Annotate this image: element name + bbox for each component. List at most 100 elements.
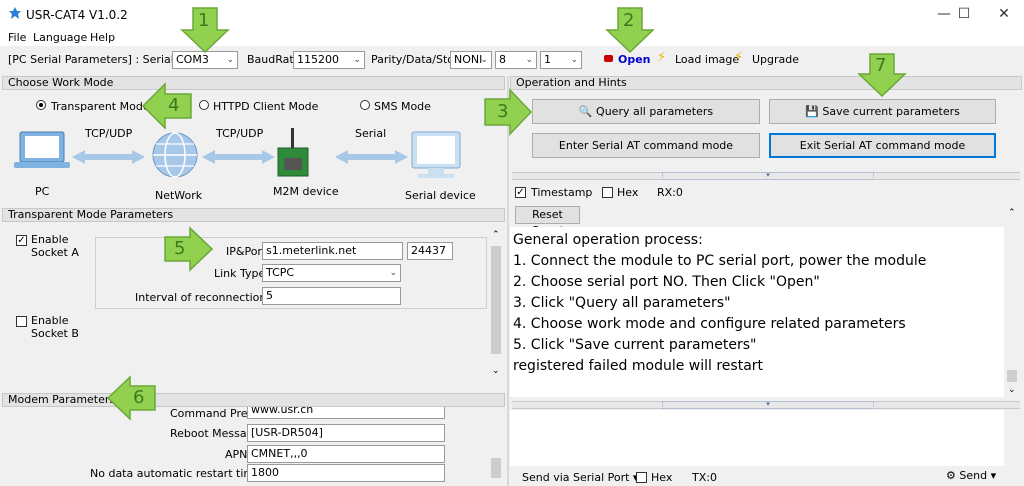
restart-time-input[interactable]: 1800 bbox=[247, 464, 445, 482]
rx-counter: RX:0 bbox=[657, 186, 683, 199]
port-status-led-icon bbox=[604, 55, 613, 62]
link-type-label: Link Type bbox=[214, 267, 266, 280]
callout-number-4: 4 bbox=[168, 95, 180, 116]
radio-sms-mode[interactable] bbox=[360, 100, 370, 110]
save-current-parameters-button[interactable]: 💾 Save current parameters bbox=[769, 99, 996, 124]
callout-number-3: 3 bbox=[497, 101, 509, 122]
panel-splitter[interactable] bbox=[507, 76, 509, 486]
menu-bar bbox=[0, 30, 1024, 46]
diagram-label-serial-device: Serial device bbox=[405, 189, 476, 202]
modem-params-header: Modem Parameters bbox=[2, 393, 505, 407]
ip-port-label: IP&Port bbox=[226, 245, 267, 258]
radio-label-sms: SMS Mode bbox=[374, 100, 431, 113]
upgrade-button[interactable]: Upgrade bbox=[752, 53, 799, 66]
load-image-button[interactable]: Load image bbox=[675, 53, 739, 66]
lightning-icon: ⚡ bbox=[734, 50, 744, 65]
maximize-button[interactable]: ☐ bbox=[944, 6, 984, 22]
reconnect-interval-input[interactable]: 5 bbox=[262, 287, 401, 305]
splitter-upper[interactable]: ▾ bbox=[512, 172, 1020, 180]
transparent-scrollbar[interactable]: ⌃ ⌄ bbox=[488, 228, 504, 380]
transparent-params-header: Transparent Mode Parameters bbox=[2, 208, 505, 222]
send-input[interactable] bbox=[510, 410, 1004, 466]
link-label-tcpudp: TCP/UDP bbox=[85, 127, 133, 140]
send-via-dropdown[interactable]: Send via Serial Port ▾ bbox=[522, 471, 638, 484]
tx-counter: TX:0 bbox=[692, 471, 717, 484]
link-label-serial: Serial bbox=[355, 127, 387, 140]
window-title: USR-CAT4 V1.0.2 bbox=[26, 8, 128, 22]
open-button[interactable]: Open bbox=[618, 53, 651, 66]
enter-at-mode-button[interactable]: Enter Serial AT command mode bbox=[532, 133, 760, 158]
search-document-icon: 🔍 bbox=[578, 105, 593, 118]
enable-socket-b-checkbox[interactable] bbox=[16, 316, 27, 327]
menu-file[interactable]: File bbox=[8, 31, 26, 44]
apn-input[interactable]: CMNET,,,0 bbox=[247, 445, 445, 463]
rx-hex-checkbox[interactable] bbox=[602, 187, 613, 198]
query-all-parameters-button[interactable]: 🔍 Query all parameters bbox=[532, 99, 760, 124]
port-input[interactable]: 24437 bbox=[407, 242, 453, 260]
pc-icon bbox=[14, 131, 70, 168]
data-bits-select[interactable]: 8 ⌄ bbox=[495, 51, 537, 69]
ip-address-input[interactable]: s1.meterlink.net bbox=[262, 242, 403, 260]
callout-number-5: 5 bbox=[174, 238, 186, 259]
link-type-select[interactable]: TCPC ⌄ bbox=[262, 264, 401, 282]
lightning-icon: ⚡ bbox=[657, 50, 667, 65]
reconnect-interval-label: Interval of reconnection(s) bbox=[135, 291, 281, 304]
command-prefix-input[interactable]: www.usr.cn bbox=[247, 407, 445, 419]
diagram-label-pc: PC bbox=[35, 185, 50, 198]
close-button[interactable]: ✕ bbox=[984, 6, 1024, 22]
menu-language[interactable]: Language bbox=[33, 31, 87, 44]
log-output: General operation process: 1. Connect th… bbox=[510, 227, 1004, 397]
diagram-label-m2m: M2M device bbox=[273, 185, 339, 198]
serial-device-icon bbox=[411, 131, 461, 178]
baudrate-select[interactable]: 115200 ⌄ bbox=[293, 51, 365, 69]
tx-hex-label: Hex bbox=[651, 471, 673, 484]
serial-params-label: [PC Serial Parameters] : Serial Port bbox=[8, 53, 200, 66]
menu-help[interactable]: Help bbox=[90, 31, 115, 44]
radio-label-httpd: HTTPD Client Mode bbox=[213, 100, 319, 113]
work-mode-header: Choose Work Mode bbox=[2, 76, 505, 90]
radio-httpd-client-mode[interactable] bbox=[199, 100, 209, 110]
log-line: 4. Choose work mode and configure relate… bbox=[513, 316, 906, 332]
send-button[interactable]: ⚙ Send ▾ bbox=[946, 469, 996, 482]
log-line: registered failed module will restart bbox=[513, 358, 764, 374]
double-arrow-icon bbox=[335, 150, 408, 164]
log-scrollbar[interactable]: ⌃ ⌄ bbox=[1004, 206, 1020, 397]
exit-at-mode-button[interactable]: Exit Serial AT command mode bbox=[769, 133, 996, 158]
splitter-lower[interactable]: ▾ bbox=[512, 401, 1020, 409]
stop-bits-select[interactable]: 1 ⌄ bbox=[540, 51, 582, 69]
callout-number-7: 7 bbox=[875, 55, 887, 76]
globe-icon bbox=[152, 132, 198, 178]
m2m-device-icon bbox=[277, 128, 309, 177]
double-arrow-icon bbox=[72, 150, 145, 164]
operation-header: Operation and Hints bbox=[510, 76, 1022, 90]
socket-a-label: Enable Socket A bbox=[31, 233, 79, 259]
send-gear-icon: ⚙ bbox=[946, 469, 956, 482]
reboot-message-input[interactable]: [USR-DR504] bbox=[247, 424, 445, 442]
timestamp-checkbox[interactable]: ✓ bbox=[515, 187, 526, 198]
enable-socket-a-checkbox[interactable]: ✓ bbox=[16, 235, 27, 246]
log-line: 5. Click "Save current parameters" bbox=[513, 337, 757, 353]
tx-hex-checkbox[interactable] bbox=[636, 472, 647, 483]
floppy-disk-icon: 💾 bbox=[805, 105, 819, 118]
parity-select[interactable]: NONI ⌄ bbox=[450, 51, 492, 69]
send-scrollbar[interactable] bbox=[1004, 410, 1020, 466]
radio-label-transparent: Transparent Mode bbox=[51, 100, 150, 113]
callout-number-2: 2 bbox=[623, 10, 635, 31]
log-line: 2. Choose serial port NO. Then Click "Op… bbox=[513, 274, 820, 290]
callout-number-6: 6 bbox=[133, 387, 145, 408]
title-bar bbox=[0, 0, 1024, 30]
callout-number-1: 1 bbox=[198, 10, 210, 31]
diagram-label-network: NetWork bbox=[155, 189, 203, 202]
modem-params-body: Command Prefix www.usr.cn Reboot Message… bbox=[90, 407, 485, 486]
radio-transparent-mode[interactable] bbox=[36, 100, 46, 110]
double-arrow-icon bbox=[202, 150, 275, 164]
serial-port-select[interactable]: COM3 ⌄ bbox=[172, 51, 238, 69]
apn-label: APN bbox=[225, 448, 248, 461]
rx-hex-label: Hex bbox=[617, 186, 639, 199]
link-label-tcpudp: TCP/UDP bbox=[216, 127, 264, 140]
reset-count-button[interactable]: Reset Count bbox=[515, 206, 580, 237]
modem-scrollbar[interactable] bbox=[488, 410, 504, 486]
log-line: 3. Click "Query all parameters" bbox=[513, 295, 731, 311]
log-line: General operation process: bbox=[513, 232, 703, 248]
socket-b-label: Enable Socket B bbox=[31, 314, 79, 340]
